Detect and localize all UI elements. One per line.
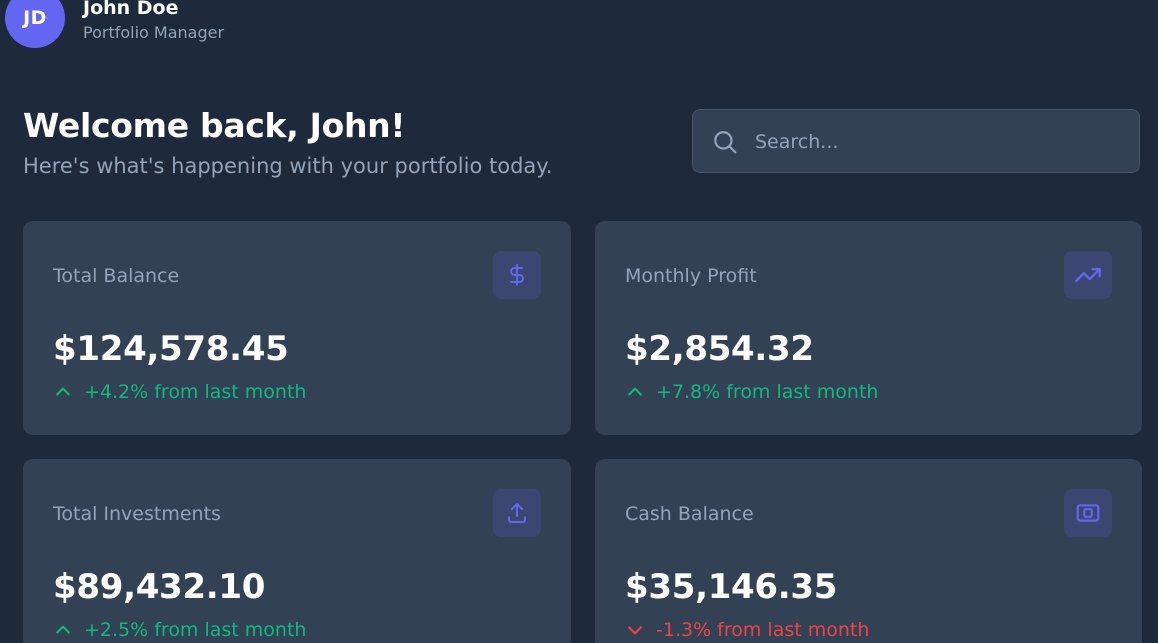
card-change: +2.5% from last month [53, 617, 306, 643]
stat-card-cash-balance: Cash Balance $35,146.35 -1.3% from last … [595, 459, 1142, 643]
card-change-text: +7.8% from last month [656, 381, 879, 403]
user-info: John Doe Portfolio Manager [83, 0, 224, 44]
card-icon-container [1064, 489, 1112, 537]
stat-card-total-balance: Total Balance $124,578.45 +4.2% from las… [23, 221, 571, 435]
card-value: $35,146.35 [625, 567, 838, 607]
card-label: Total Balance [53, 265, 180, 287]
dollar-icon [510, 264, 524, 286]
card-value: $124,578.45 [53, 329, 289, 369]
search-bar[interactable] [692, 109, 1140, 174]
stat-card-monthly-profit: Monthly Profit $2,854.32 +7.8% from last… [595, 221, 1142, 435]
chevron-down-icon [628, 626, 642, 635]
avatar[interactable]: JD [5, 0, 65, 48]
card-change-text: -1.3% from last month [656, 619, 870, 641]
page-subtitle: Here's what's happening with your portfo… [23, 154, 553, 178]
card-change: -1.3% from last month [625, 617, 869, 643]
welcome-section: Welcome back, John! Here's what's happen… [23, 104, 552, 180]
card-label: Total Investments [53, 503, 221, 525]
card-label: Monthly Profit [625, 265, 757, 287]
user-role: Portfolio Manager [83, 23, 225, 42]
chevron-up-icon [628, 387, 642, 396]
upload-icon [508, 503, 526, 523]
card-change: +7.8% from last month [625, 379, 878, 405]
card-change-text: +2.5% from last month [84, 619, 307, 641]
card-change-text: +4.2% from last month [84, 381, 307, 403]
trending-up-icon [1075, 268, 1101, 282]
card-value: $89,432.10 [53, 567, 266, 607]
cash-icon [1076, 504, 1100, 522]
chevron-up-icon [56, 387, 70, 396]
card-icon-container [1064, 251, 1112, 299]
card-icon-container [493, 251, 541, 299]
card-change: +4.2% from last month [53, 379, 306, 405]
chevron-up-icon [56, 625, 70, 634]
dashboard-page: JD John Doe Portfolio Manager Welcome ba… [0, 0, 1158, 643]
user-name: John Doe [83, 0, 179, 19]
card-icon-container [493, 489, 541, 537]
user-profile[interactable]: JD John Doe Portfolio Manager [5, 0, 224, 48]
page-title: Welcome back, John! [23, 106, 406, 145]
search-icon [714, 131, 737, 154]
search-input[interactable] [753, 110, 1127, 174]
card-label: Cash Balance [625, 503, 754, 525]
stat-card-total-investments: Total Investments $89,432.10 +2.5% from … [23, 459, 571, 643]
card-value: $2,854.32 [625, 329, 814, 369]
